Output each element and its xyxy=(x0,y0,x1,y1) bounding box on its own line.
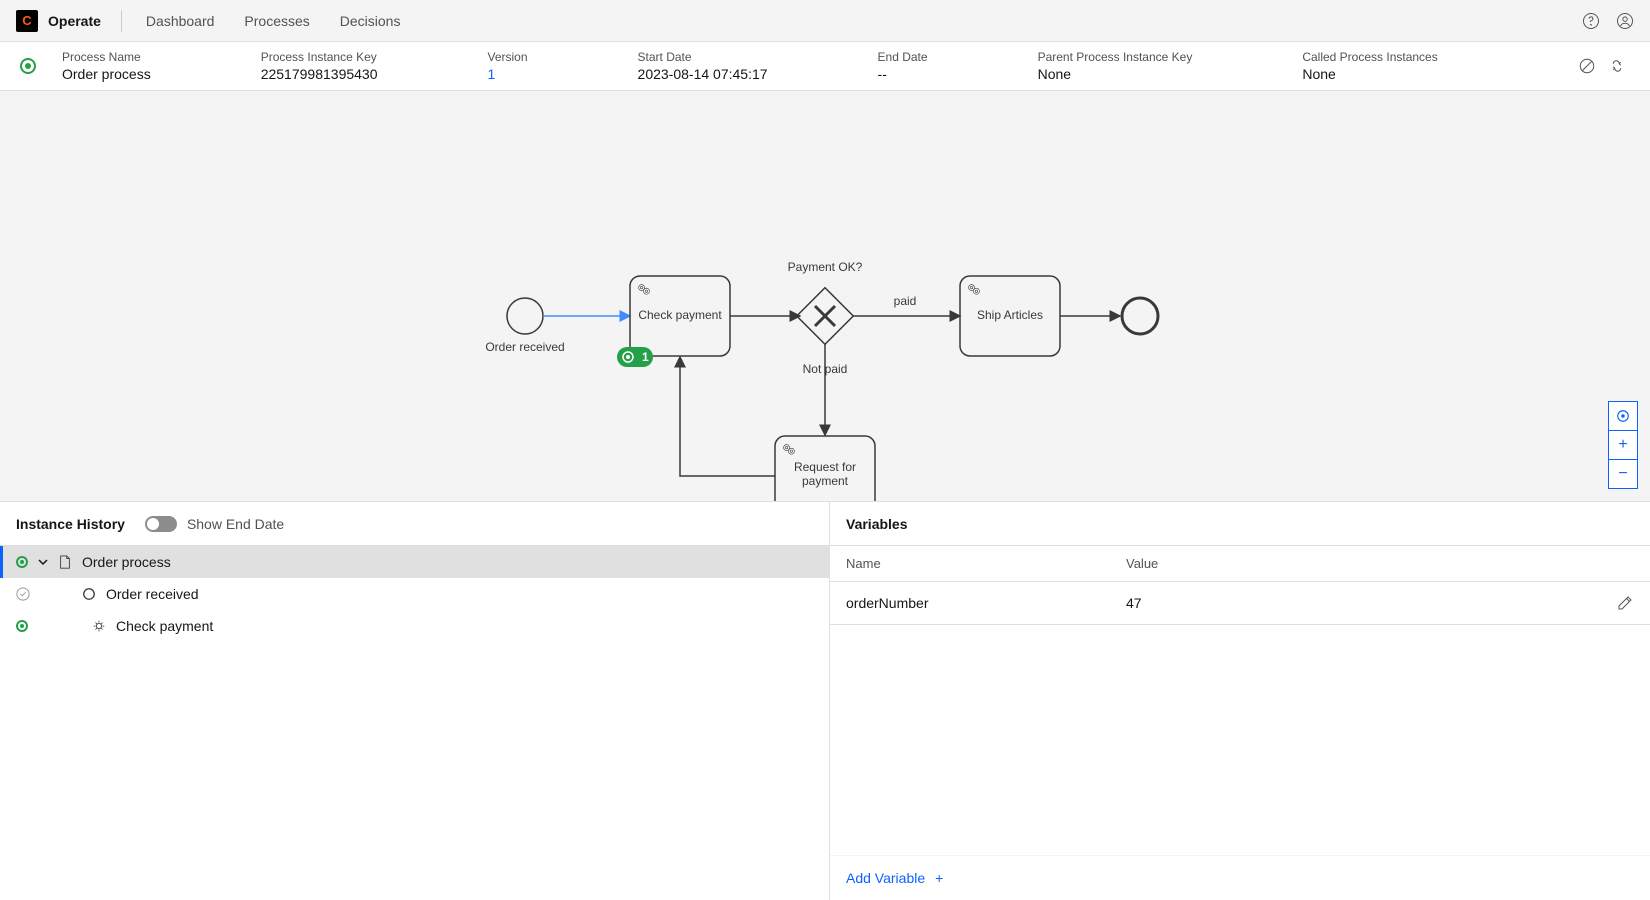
add-variable-button[interactable]: Add Variable + xyxy=(830,855,1650,900)
tree-label: Check payment xyxy=(116,618,213,634)
divider xyxy=(121,10,122,32)
info-start-date: Start Date 2023-08-14 07:45:17 xyxy=(638,50,768,82)
svg-text:Check payment: Check payment xyxy=(638,308,722,322)
variables-title: Variables xyxy=(846,516,908,532)
label: Parent Process Instance Key xyxy=(1038,50,1193,64)
zoom-in-button[interactable]: + xyxy=(1608,430,1638,460)
info-version: Version 1 xyxy=(488,50,528,82)
value: 225179981395430 xyxy=(261,66,378,82)
variables-header: Variables xyxy=(830,502,1650,546)
col-name: Name xyxy=(846,556,1126,571)
label: End Date xyxy=(878,50,928,64)
info-parent-key: Parent Process Instance Key None xyxy=(1038,50,1193,82)
value: Order process xyxy=(62,66,151,82)
value[interactable]: 1 xyxy=(488,66,528,82)
app-header: C Operate Dashboard Processes Decisions xyxy=(0,0,1650,42)
brand-label: Operate xyxy=(48,13,101,29)
bottom-panels: Instance History Show End Date Order pro… xyxy=(0,501,1650,900)
svg-text:Request forpayment: Request forpayment xyxy=(794,460,856,488)
cancel-icon[interactable] xyxy=(1578,57,1596,75)
header-actions xyxy=(1582,12,1634,30)
diagram-panel[interactable]: Order received Check payment 1 Payment O… xyxy=(0,91,1650,501)
gear-icon xyxy=(92,619,106,633)
nav-decisions[interactable]: Decisions xyxy=(340,13,401,29)
zoom-controls: + − xyxy=(1608,401,1638,489)
instance-info-bar: Process Name Order process Process Insta… xyxy=(0,42,1650,91)
label: Start Date xyxy=(638,50,768,64)
value: None xyxy=(1302,66,1437,82)
info-called-instances: Called Process Instances None xyxy=(1302,50,1437,82)
tree-row-task[interactable]: Check payment xyxy=(0,610,829,642)
status-active-icon xyxy=(16,556,28,568)
status-active-icon xyxy=(20,58,36,74)
svg-text:Ship Articles: Ship Articles xyxy=(977,308,1043,322)
tree-label: Order process xyxy=(82,554,171,570)
value: -- xyxy=(878,66,928,82)
label: Called Process Instances xyxy=(1302,50,1437,64)
instance-history-panel: Instance History Show End Date Order pro… xyxy=(0,502,830,900)
zoom-reset-button[interactable] xyxy=(1608,401,1638,431)
tree-row-start-event[interactable]: Order received xyxy=(0,578,829,610)
add-variable-label: Add Variable xyxy=(846,870,925,886)
var-name: orderNumber xyxy=(846,595,1126,611)
history-title: Instance History xyxy=(16,516,125,532)
modify-icon[interactable] xyxy=(1608,57,1626,75)
variables-columns: Name Value xyxy=(830,546,1650,582)
instance-actions xyxy=(1578,57,1626,75)
show-end-date-toggle[interactable] xyxy=(145,516,177,532)
svg-text:Not paid: Not paid xyxy=(803,362,848,376)
label: Process Name xyxy=(62,50,151,64)
svg-text:Payment OK?: Payment OK? xyxy=(788,260,863,274)
svg-text:paid: paid xyxy=(894,294,917,308)
info-instance-key: Process Instance Key 225179981395430 xyxy=(261,50,378,82)
logo-icon: C xyxy=(16,10,38,32)
value: 2023-08-14 07:45:17 xyxy=(638,66,768,82)
svg-text:1: 1 xyxy=(642,350,649,364)
bpmn-diagram: Order received Check payment 1 Payment O… xyxy=(0,91,1650,501)
label: Version xyxy=(488,50,528,64)
nav: Dashboard Processes Decisions xyxy=(146,13,401,29)
history-header: Instance History Show End Date xyxy=(0,502,829,546)
label: Process Instance Key xyxy=(261,50,378,64)
info-process-name: Process Name Order process xyxy=(62,50,151,82)
chevron-down-icon xyxy=(38,557,48,567)
col-value: Value xyxy=(1126,556,1158,571)
user-icon[interactable] xyxy=(1616,12,1634,30)
var-value: 47 xyxy=(1126,595,1142,611)
info-columns: Process Name Order process Process Insta… xyxy=(62,50,1568,82)
plus-icon: + xyxy=(935,870,943,886)
svg-text:Order received: Order received xyxy=(485,340,564,354)
toggle-label: Show End Date xyxy=(187,516,284,532)
file-icon xyxy=(58,555,72,569)
status-active-icon xyxy=(16,620,28,632)
history-tree: Order process Order received Check payme… xyxy=(0,546,829,900)
tree-row-process[interactable]: Order process xyxy=(0,546,829,578)
variables-panel: Variables Name Value orderNumber 47 Add … xyxy=(830,502,1650,900)
info-end-date: End Date -- xyxy=(878,50,928,82)
tree-label: Order received xyxy=(106,586,199,602)
nav-dashboard[interactable]: Dashboard xyxy=(146,13,215,29)
circle-icon xyxy=(82,587,96,601)
help-icon[interactable] xyxy=(1582,12,1600,30)
edit-icon[interactable] xyxy=(1616,594,1634,612)
variable-row: orderNumber 47 xyxy=(830,582,1650,625)
status-completed-icon xyxy=(16,587,30,601)
zoom-out-button[interactable]: − xyxy=(1608,459,1638,489)
value: None xyxy=(1038,66,1193,82)
nav-processes[interactable]: Processes xyxy=(244,13,309,29)
